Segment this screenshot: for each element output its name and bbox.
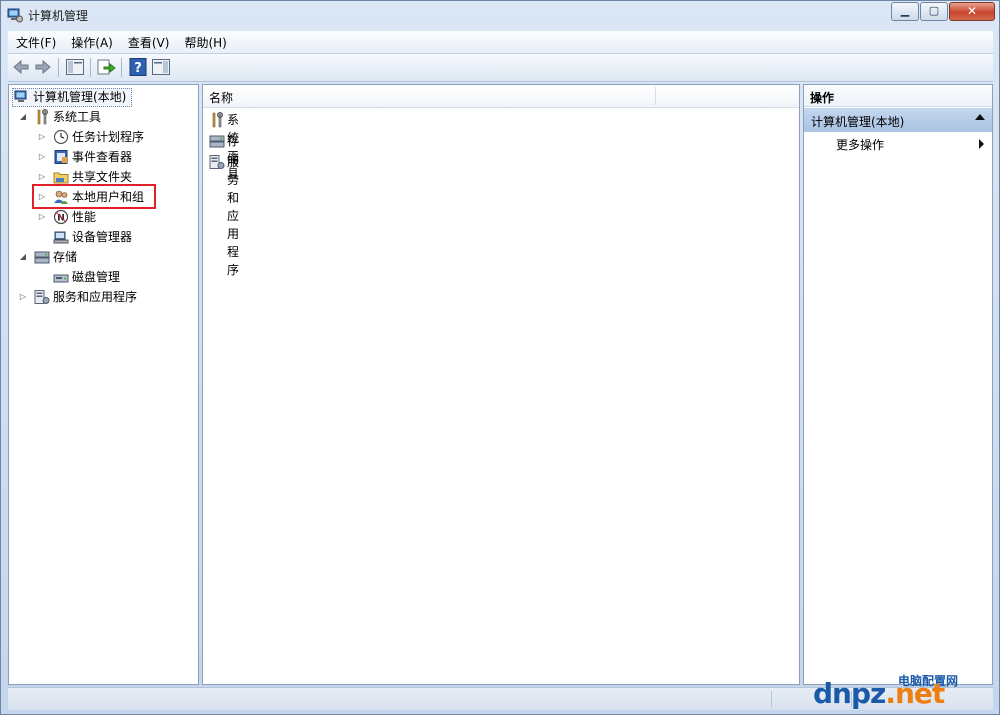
show-hide-action-pane-icon[interactable] (151, 57, 171, 77)
menu-file[interactable]: 文件(F) (8, 31, 63, 53)
title-bar[interactable]: 计算机管理 ▁ ▢ ✕ (1, 1, 999, 29)
tree-item-root[interactable]: 计算机管理(本地) (12, 88, 132, 107)
tree-item-performance[interactable]: ▷ N 性能 (37, 208, 197, 226)
back-icon[interactable] (11, 57, 31, 77)
expand-arrow-icon[interactable]: ▷ (37, 208, 47, 226)
tree-label: 事件查看器 (72, 150, 133, 164)
tree-label: 性能 (72, 210, 97, 224)
toolbar-separator (121, 58, 122, 77)
actions-pane: 操作 计算机管理(本地) 更多操作 (803, 84, 993, 685)
services-applications-icon (209, 155, 225, 169)
storage-icon (209, 135, 225, 148)
minimize-icon: ▁ (900, 4, 910, 17)
watermark-ext-text: .net (885, 677, 945, 710)
tree-label: 存储 (53, 250, 78, 264)
close-button[interactable]: ✕ (949, 2, 995, 21)
tree-label: 设备管理器 (72, 230, 133, 244)
column-header-name[interactable]: 名称 (203, 85, 799, 108)
watermark-main: dnpz.net (813, 677, 945, 710)
tools-icon (37, 109, 48, 125)
actions-section-label: 计算机管理(本地) (811, 115, 905, 129)
computer-management-window: 计算机管理 ▁ ▢ ✕ 文件(F) 操作(A) 查看(V) 帮助(H) ? 计算… (0, 0, 1000, 715)
actions-section-computer-management[interactable]: 计算机管理(本地) (804, 108, 992, 132)
computer-management-icon (7, 8, 23, 23)
toolbar-separator (90, 58, 91, 77)
tree-item-storage[interactable]: ◢ 存储 (18, 248, 178, 266)
highlight-box (32, 184, 156, 209)
expand-arrow-icon[interactable]: ▷ (18, 288, 28, 306)
tree-label: 计算机管理(本地) (33, 90, 127, 104)
submenu-arrow-icon[interactable] (979, 139, 984, 149)
maximize-button[interactable]: ▢ (920, 2, 948, 21)
tree-item-system-tools[interactable]: ◢ 系统工具 (18, 108, 178, 126)
forward-icon[interactable] (33, 57, 53, 77)
menu-action[interactable]: 操作(A) (63, 31, 120, 53)
shared-folder-icon (53, 172, 69, 184)
more-actions-item[interactable]: 更多操作 (836, 136, 884, 153)
console-tree[interactable]: 计算机管理(本地) ◢ 系统工具 ▷ 任务计划程序 ▷ 事件查看器 ▷ 共享文件… (8, 84, 199, 685)
export-list-icon[interactable] (96, 57, 116, 77)
tree-item-task-scheduler[interactable]: ▷ 任务计划程序 (37, 128, 197, 146)
tree-label: 任务计划程序 (72, 130, 145, 144)
disk-management-icon (53, 274, 69, 283)
toolbar-separator (58, 58, 59, 77)
tree-label: 系统工具 (53, 110, 102, 124)
tree-item-services-applications[interactable]: ▷ 服务和应用程序 (18, 288, 178, 306)
maximize-icon: ▢ (928, 4, 940, 17)
computer-management-icon (14, 90, 27, 102)
window-title: 计算机管理 (28, 9, 89, 23)
collapse-arrow-icon[interactable]: ◢ (18, 248, 28, 266)
storage-icon (34, 251, 50, 264)
help-icon[interactable]: ? (128, 57, 148, 77)
tree-label: 磁盘管理 (72, 270, 121, 284)
tree-item-event-viewer[interactable]: ▷ 事件查看器 (37, 148, 197, 166)
menu-help[interactable]: 帮助(H) (176, 31, 233, 53)
tools-icon (212, 112, 223, 128)
menu-view[interactable]: 查看(V) (120, 31, 177, 53)
column-divider[interactable] (655, 87, 656, 105)
results-pane[interactable]: 名称 系统工具 存储 服务和应用程序 (202, 84, 800, 685)
actions-title: 操作 (810, 91, 835, 105)
show-hide-tree-icon[interactable] (65, 57, 85, 77)
list-item-label: 服务和应用程序 (227, 155, 240, 277)
event-viewer-icon (54, 150, 68, 164)
clock-icon (53, 129, 69, 145)
collapse-arrow-icon[interactable]: ◢ (18, 108, 28, 126)
collapse-up-icon[interactable] (975, 114, 985, 120)
services-applications-icon (34, 290, 50, 304)
performance-icon: N (53, 209, 69, 225)
tree-item-disk-management[interactable]: 磁盘管理 (37, 268, 197, 286)
tree-label: 服务和应用程序 (53, 290, 138, 304)
svg-text:?: ? (134, 61, 142, 76)
watermark-main-text: dnpz (813, 677, 886, 710)
column-name-label: 名称 (209, 91, 234, 105)
close-icon: ✕ (966, 4, 978, 18)
minimize-button[interactable]: ▁ (891, 2, 919, 21)
toolbar: ? (8, 54, 993, 82)
menu-bar: 文件(F) 操作(A) 查看(V) 帮助(H) (8, 31, 993, 54)
device-manager-icon (53, 231, 69, 244)
actions-header: 操作 (804, 85, 992, 107)
expand-arrow-icon[interactable]: ▷ (37, 128, 47, 146)
watermark-logo: 电脑配置网 dnpz.net (813, 673, 999, 715)
expand-arrow-icon[interactable]: ▷ (37, 148, 47, 166)
tree-item-device-manager[interactable]: 设备管理器 (37, 228, 197, 246)
